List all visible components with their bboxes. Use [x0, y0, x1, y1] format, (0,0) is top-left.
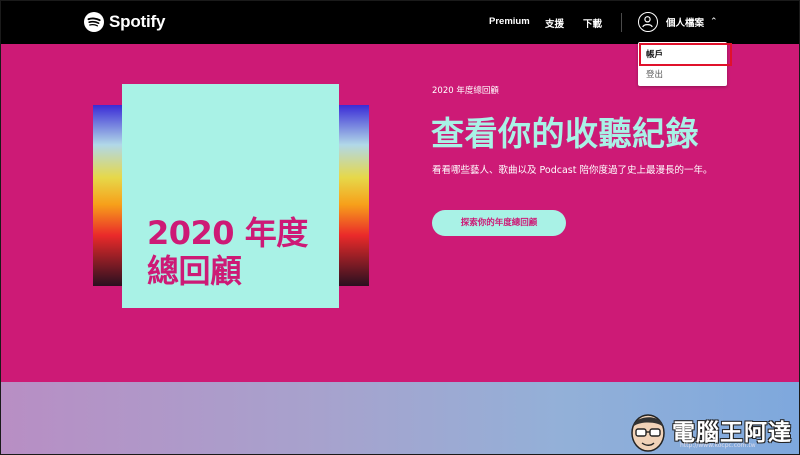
- spotify-icon: [84, 12, 104, 32]
- browser-viewport: Spotify Premium 支援 下載 個人檔案 ⌃ 帳戶 登出 2020 …: [0, 0, 800, 455]
- explore-wrapped-button[interactable]: 探索你的年度總回顧: [432, 210, 566, 236]
- site-watermark: 電腦王阿達 http://www.kocpc.com.tw: [628, 409, 798, 453]
- hero-description: 看看哪些藝人、歌曲以及 Podcast 陪你度過了史上最漫長的一年。: [432, 165, 713, 176]
- profile-dropdown-menu: 帳戶 登出: [638, 42, 732, 86]
- profile-label: 個人檔案: [666, 18, 705, 29]
- wrapped-cover-title: 2020 年度 總回顧: [147, 214, 308, 290]
- top-navbar: Spotify Premium 支援 下載 個人檔案 ⌃: [1, 1, 799, 44]
- user-icon: [638, 12, 658, 32]
- profile-menu-button[interactable]: 個人檔案 ⌃: [638, 12, 718, 32]
- logo-wordmark: Spotify: [109, 12, 166, 31]
- cover-title-line-2: 總回顧: [147, 252, 242, 290]
- nav-download-link[interactable]: 下載: [583, 16, 602, 30]
- menu-item-account[interactable]: 帳戶: [639, 43, 732, 66]
- nav-divider: [621, 13, 622, 32]
- nav-premium-link[interactable]: Premium: [489, 16, 530, 27]
- hero-headline: 查看你的收聽紀錄: [431, 114, 699, 153]
- watermark-url: http://www.kocpc.com.tw: [680, 442, 756, 449]
- hero-eyebrow: 2020 年度總回顧: [432, 86, 499, 96]
- chevron-up-icon: ⌃: [710, 17, 718, 27]
- menu-item-logout[interactable]: 登出: [646, 68, 663, 80]
- mascot-icon: [631, 414, 665, 452]
- cover-title-line-1: 2020 年度: [147, 214, 308, 252]
- nav-support-link[interactable]: 支援: [545, 16, 564, 30]
- spotify-logo[interactable]: Spotify: [84, 12, 165, 32]
